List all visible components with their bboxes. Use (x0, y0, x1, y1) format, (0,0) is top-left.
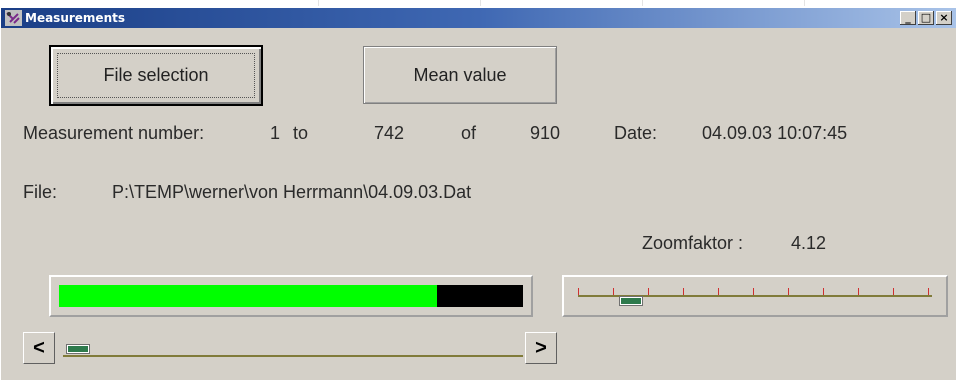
slider-tick (893, 288, 894, 295)
previous-button[interactable]: < (23, 332, 55, 364)
progress-fill (59, 285, 438, 307)
slider-tick (613, 288, 614, 295)
measurement-from-value: 1 (270, 123, 281, 143)
slider-tick (823, 288, 824, 295)
next-button[interactable]: > (525, 332, 557, 364)
divider (318, 0, 319, 6)
mean-value-label: Mean value (413, 64, 507, 85)
title-bar[interactable]: Measurements _ □ × (1, 8, 956, 28)
measurements-window: Measurements _ □ × File selection Mean v… (0, 8, 956, 380)
zoom-slider-thumb[interactable] (620, 297, 643, 305)
divider (642, 0, 643, 6)
navigation-slider-track[interactable] (63, 355, 523, 357)
slider-tick (683, 288, 684, 295)
of-label: of (461, 123, 477, 143)
satellite-icon (5, 10, 22, 26)
background-strip (0, 0, 956, 8)
file-label: File: (23, 182, 58, 202)
progress-panel (49, 275, 533, 317)
navigation-slider-thumb[interactable] (67, 345, 89, 353)
slider-tick (753, 288, 754, 295)
maximize-icon[interactable]: □ (918, 11, 934, 25)
window-title: Measurements (25, 11, 125, 25)
date-value: 04.09.03 10:07:45 (702, 123, 848, 143)
progress-bar (59, 285, 523, 307)
slider-tick (858, 288, 859, 295)
date-label: Date: (614, 123, 658, 143)
measurement-number-label: Measurement number: (23, 123, 205, 143)
chevron-right-icon: > (535, 336, 547, 359)
focus-rect (57, 53, 255, 98)
zoom-slider[interactable] (562, 275, 948, 317)
file-path: P:\TEMP\werner\von Herrmann\04.09.03.Dat (112, 182, 472, 202)
divider (804, 0, 805, 6)
divider (480, 0, 481, 6)
chevron-left-icon: < (33, 336, 45, 359)
close-icon[interactable]: × (936, 11, 952, 25)
slider-tick (578, 288, 579, 295)
minimize-icon[interactable]: _ (900, 11, 916, 25)
measurement-total-value: 910 (530, 123, 561, 143)
zoom-label: Zoomfaktor : (642, 233, 744, 253)
slider-tick (648, 288, 649, 295)
slider-tick (718, 288, 719, 295)
slider-tick (788, 288, 789, 295)
zoom-value: 4.12 (791, 233, 827, 253)
to-label: to (293, 123, 309, 143)
file-selection-button[interactable]: File selection (49, 45, 263, 106)
mean-value-button[interactable]: Mean value (363, 46, 557, 104)
slider-tick (928, 288, 929, 295)
measurement-to-value: 742 (374, 123, 405, 143)
